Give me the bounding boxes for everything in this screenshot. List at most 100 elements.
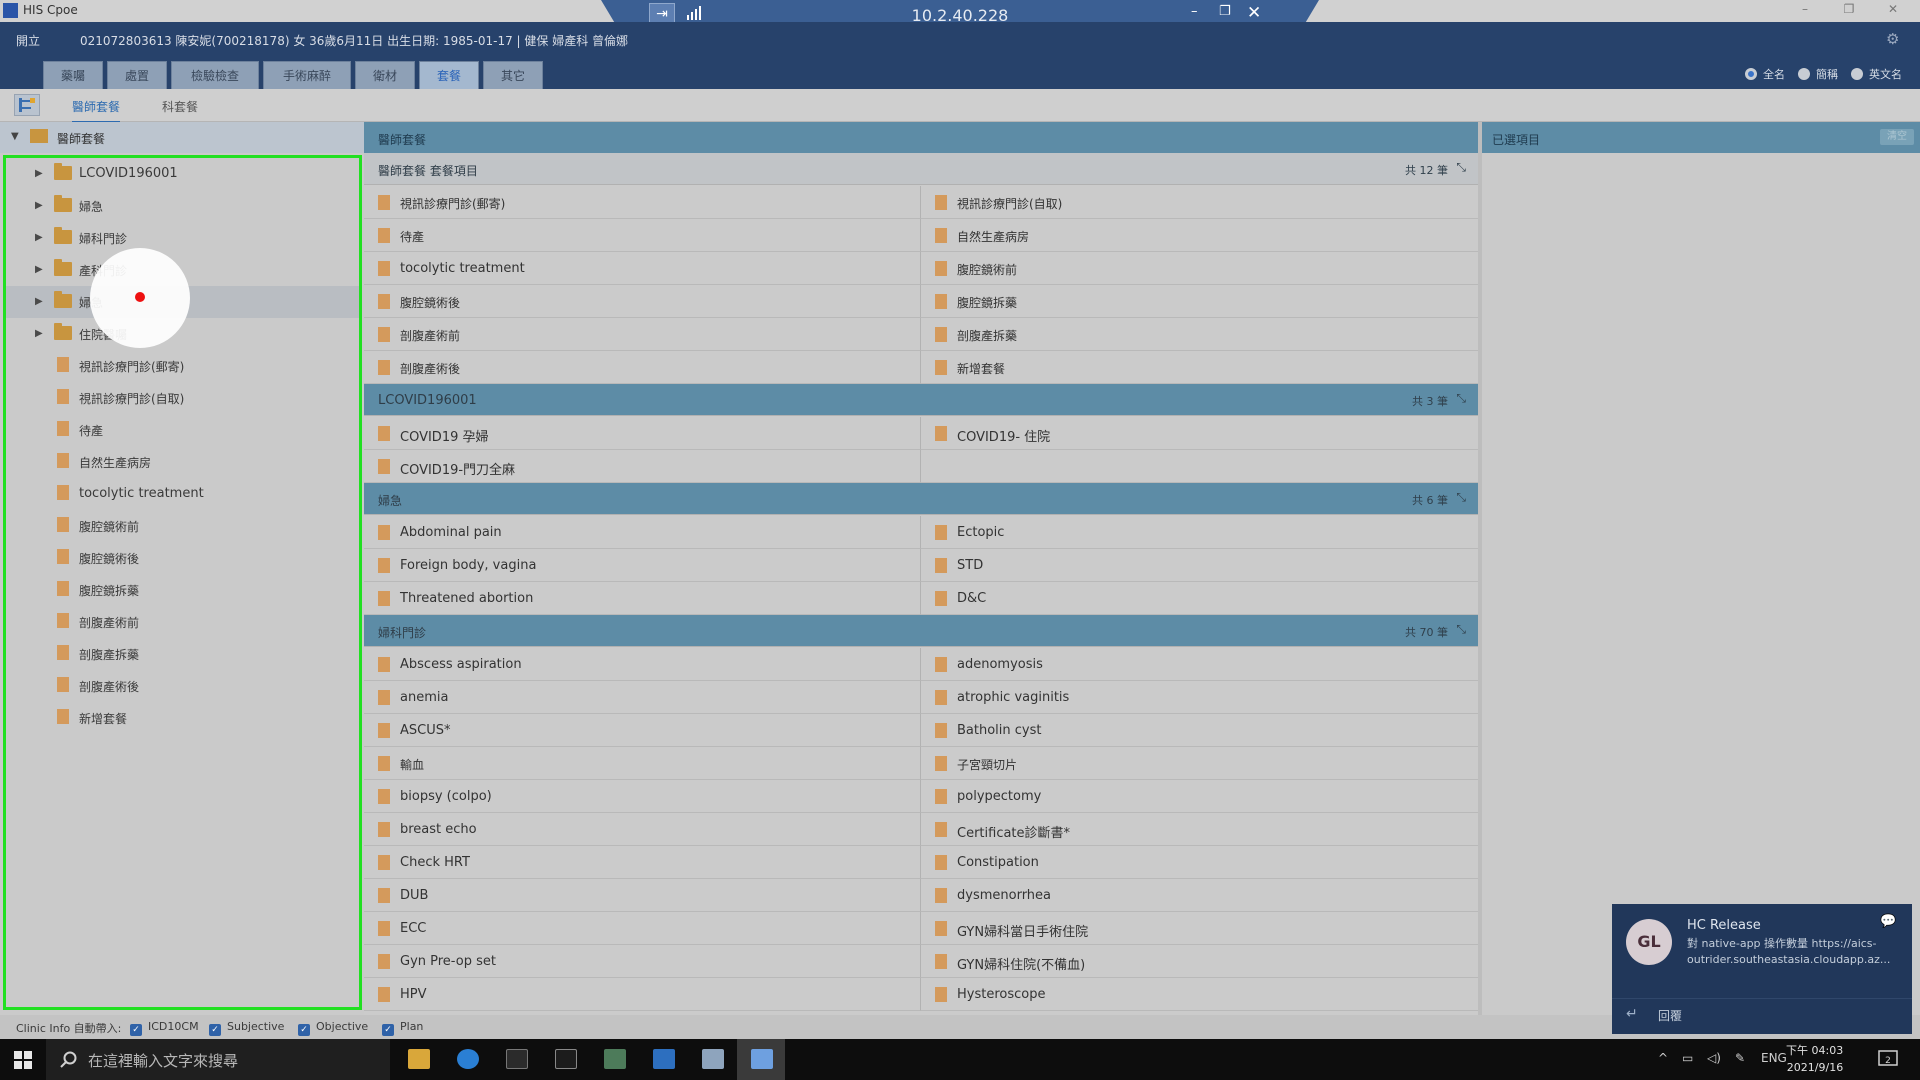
set-item[interactable]: 輸血 <box>364 747 921 780</box>
app-icon[interactable] <box>590 1039 638 1080</box>
set-item[interactable]: adenomyosis <box>921 648 1478 681</box>
set-item[interactable]: DUB <box>364 879 921 912</box>
tree-leaf[interactable]: 視訊診療門診(郵寄) <box>6 350 359 382</box>
set-item[interactable]: D&C <box>921 582 1478 615</box>
checkbox-objective[interactable]: ✓ Objective <box>298 1020 368 1036</box>
remote-app-icon[interactable] <box>639 1039 687 1080</box>
volume-icon[interactable]: ◁) <box>1707 1051 1721 1065</box>
set-item[interactable]: ASCUS* <box>364 714 921 747</box>
notification-center-icon[interactable]: 2 <box>1878 1050 1900 1070</box>
chevron-up-icon[interactable]: ^ <box>1658 1051 1668 1065</box>
tree-leaf[interactable]: 視訊診療門診(自取) <box>6 382 359 414</box>
tab-set-menu[interactable]: 套餐 <box>419 61 479 89</box>
set-item[interactable]: Gyn Pre-op set <box>364 945 921 978</box>
chevron-right-icon[interactable]: ▶ <box>35 328 43 339</box>
tree-leaf[interactable]: 腹腔鏡術後 <box>6 542 359 574</box>
checkbox-icd10cm[interactable]: ✓ ICD10CM <box>130 1020 199 1036</box>
reply-button[interactable]: 回覆 <box>1658 1007 1682 1024</box>
set-item[interactable]: GYN婦科當日手術住院 <box>921 912 1478 945</box>
set-item[interactable]: Threatened abortion <box>364 582 921 615</box>
set-item[interactable]: atrophic vaginitis <box>921 681 1478 714</box>
internet-explorer-icon[interactable] <box>443 1039 491 1080</box>
set-item[interactable]: tocolytic treatment <box>364 252 921 285</box>
set-item[interactable]: biopsy (colpo) <box>364 780 921 813</box>
collapse-icon[interactable]: ⤡ <box>1456 391 1466 406</box>
remote-restore-button[interactable]: ❐ <box>1219 4 1231 19</box>
chevron-right-icon[interactable]: ▶ <box>35 232 43 243</box>
set-item[interactable]: 子宮頸切片 <box>921 747 1478 780</box>
tree-leaf[interactable]: 腹腔鏡術前 <box>6 510 359 542</box>
tree-leaf[interactable]: 腹腔鏡拆藥 <box>6 574 359 606</box>
set-item[interactable]: Ectopic <box>921 516 1478 549</box>
set-item[interactable]: ECC <box>364 912 921 945</box>
tree-leaf[interactable]: 剖腹產術後 <box>6 670 359 702</box>
clear-button[interactable]: 清空 <box>1880 129 1914 145</box>
set-item[interactable]: 腹腔鏡術前 <box>921 252 1478 285</box>
gear-icon[interactable]: ⚙ <box>1886 30 1899 48</box>
minimize-button[interactable]: – <box>1790 2 1820 20</box>
set-item[interactable]: 視訊診療門診(郵寄) <box>364 186 921 219</box>
set-item[interactable]: 剖腹產術後 <box>364 351 921 384</box>
chevron-right-icon[interactable]: ▶ <box>35 200 43 211</box>
pen-icon[interactable]: ✎ <box>1735 1051 1745 1065</box>
set-item[interactable]: HPV <box>364 978 921 1011</box>
his-cpoe-icon[interactable] <box>737 1039 785 1080</box>
set-item[interactable]: Hysteroscope <box>921 978 1478 1011</box>
tree-leaf[interactable]: 自然生產病房 <box>6 446 359 478</box>
tree-leaf[interactable]: 剖腹產拆藥 <box>6 638 359 670</box>
windows-start-icon[interactable] <box>14 1051 32 1069</box>
tree-node[interactable]: ▶ 婦科門診 <box>6 222 359 254</box>
tree-node[interactable]: ▶ LCOVID196001 <box>6 158 359 190</box>
terminal-icon[interactable] <box>492 1039 540 1080</box>
set-item[interactable]: 剖腹產術前 <box>364 318 921 351</box>
set-item[interactable]: 腹腔鏡拆藥 <box>921 285 1478 318</box>
set-item[interactable]: breast echo <box>364 813 921 846</box>
language-indicator[interactable]: ENG <box>1761 1051 1787 1065</box>
set-item[interactable]: 新增套餐 <box>921 351 1478 384</box>
set-item[interactable]: COVID19 孕婦 <box>364 417 921 450</box>
radio-full-name[interactable]: 全名 <box>1745 66 1785 82</box>
set-item[interactable]: 自然生產病房 <box>921 219 1478 252</box>
set-item[interactable]: Abscess aspiration <box>364 648 921 681</box>
tab-medication[interactable]: 藥囑 <box>43 61 103 89</box>
tree-leaf[interactable]: 剖腹產術前 <box>6 606 359 638</box>
chevron-right-icon[interactable]: ▶ <box>35 264 43 275</box>
tree-leaf[interactable]: tocolytic treatment <box>6 478 359 510</box>
collapse-icon[interactable]: ⤡ <box>1456 490 1466 505</box>
collapse-icon[interactable]: ⤡ <box>1456 160 1466 175</box>
checkbox-plan[interactable]: ✓ Plan <box>382 1020 423 1036</box>
app-icon[interactable] <box>688 1039 736 1080</box>
tab-supplies[interactable]: 衛材 <box>355 61 415 89</box>
set-item[interactable]: Constipation <box>921 846 1478 879</box>
network-icon[interactable]: ▭ <box>1682 1051 1693 1065</box>
tab-surgery[interactable]: 手術麻醉 <box>263 61 351 89</box>
set-item[interactable]: 待產 <box>364 219 921 252</box>
chevron-right-icon[interactable]: ▶ <box>35 296 43 307</box>
chevron-down-icon[interactable]: ▼ <box>11 131 19 142</box>
collapse-icon[interactable]: ⤡ <box>1456 622 1466 637</box>
console-icon[interactable] <box>541 1039 589 1080</box>
notification-toast[interactable]: GL 💬 HC Release 對 native-app 操作數量 https:… <box>1612 904 1912 1034</box>
clock[interactable]: 下午 04:03 2021/9/16 <box>1786 1042 1843 1076</box>
set-item[interactable]: anemia <box>364 681 921 714</box>
set-item[interactable]: Certificate診斷書* <box>921 813 1478 846</box>
remote-close-button[interactable]: ✕ <box>1247 3 1261 23</box>
tree-root[interactable]: ▼ 醫師套餐 <box>0 122 364 153</box>
remote-minimize-button[interactable]: – <box>1191 4 1198 19</box>
checkbox-subjective[interactable]: ✓ Subjective <box>209 1020 284 1036</box>
reply-icon[interactable]: ↵ <box>1626 1006 1638 1022</box>
radio-english-name[interactable]: 英文名 <box>1851 66 1902 82</box>
tree-node[interactable]: ▶ 婦急 <box>6 190 359 222</box>
tree-leaf[interactable]: 新增套餐 <box>6 702 359 734</box>
tab-procedure[interactable]: 處置 <box>107 61 167 89</box>
set-item[interactable]: 視訊診療門診(自取) <box>921 186 1478 219</box>
tab-other[interactable]: 其它 <box>483 61 543 89</box>
taskbar-search[interactable]: 在這裡輸入文字來搜尋 <box>46 1039 390 1080</box>
close-button[interactable]: ✕ <box>1878 2 1908 20</box>
set-item[interactable]: 剖腹產拆藥 <box>921 318 1478 351</box>
set-item[interactable]: COVID19-門刀全麻 <box>364 450 921 483</box>
tab-lab-exam[interactable]: 檢驗檢查 <box>171 61 259 89</box>
chevron-right-icon[interactable]: ▶ <box>35 168 43 179</box>
file-explorer-icon[interactable] <box>394 1039 442 1080</box>
subtab-department-sets[interactable]: 科套餐 <box>162 98 198 115</box>
